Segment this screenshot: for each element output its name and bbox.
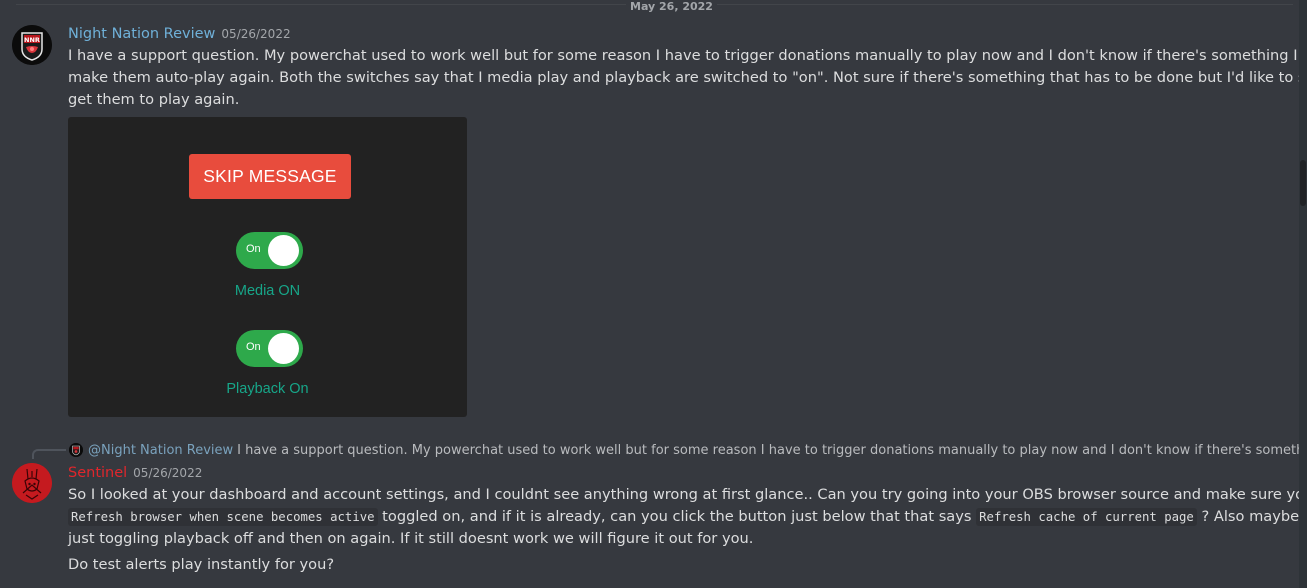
media-toggle-caption: Media ON [234,283,301,299]
date-divider: May 26, 2022 [16,1,1293,13]
timestamp: 05/26/2022 [221,27,291,41]
media-toggle: On [236,232,303,269]
message-text-segment: ? Also maybe try [1201,508,1307,525]
date-divider-label: May 26, 2022 [626,1,717,13]
svg-text:NNR: NNR [24,36,40,44]
nnr-shield-logo-icon [69,443,83,457]
nnr-shield-logo-icon: NNR [12,25,52,65]
message-line: get them to play again. [68,91,240,108]
avatar-sentinel[interactable] [12,463,52,503]
image-attachment[interactable]: SKIP MESSAGE On Media ON On Playback On [68,117,467,417]
toggle-state-label: On [246,341,261,353]
message-line: So I looked at your dashboard and accoun… [68,486,1307,503]
reply-mention[interactable]: @Night Nation Review [88,443,233,458]
avatar-night-nation-review[interactable]: NNR [12,25,52,65]
message-line: just toggling playback off and then on a… [68,530,754,547]
message-content: So I looked at your dashboard and accoun… [68,484,1307,576]
sentinel-red-logo-icon [12,463,52,503]
playback-toggle: On [236,330,303,367]
message-text-segment: toggled on, and if it is already, can yo… [377,508,977,525]
message-line: make them auto-play again. Both the swit… [68,69,1307,86]
message-line: Do test alerts play instantly for you? [68,556,335,573]
toggle-state-label: On [246,243,261,255]
chat-messages: May 26, 2022 NNR Night Nation Review 05/… [0,0,1307,588]
scrollbar-track[interactable] [1299,0,1307,588]
timestamp: 05/26/2022 [133,466,203,480]
toggle-knob [268,333,299,364]
message-line: I have a support question. My powerchat … [68,47,1307,64]
playback-toggle-caption: Playback On [226,381,309,397]
message-content: I have a support question. My powerchat … [68,45,1307,111]
toggle-knob [268,235,299,266]
username[interactable]: Sentinel [68,463,127,483]
scrollbar-thumb[interactable] [1300,160,1306,206]
reply-preview[interactable]: I have a support question. My powerchat … [237,443,1307,458]
inline-code: Refresh browser when scene becomes activ… [68,508,378,526]
reply-spine [32,449,66,459]
skip-message-button: SKIP MESSAGE [189,154,351,199]
reply-avatar [69,443,83,457]
username[interactable]: Night Nation Review [68,24,215,44]
inline-code: Refresh cache of current page [976,508,1197,526]
message-header: Night Nation Review 05/26/2022 [68,24,291,44]
message-header: Sentinel 05/26/2022 [68,463,202,483]
message-line: Refresh browser when scene becomes activ… [68,506,1307,528]
reply-reference[interactable]: @Night Nation Review I have a support qu… [69,441,1307,459]
